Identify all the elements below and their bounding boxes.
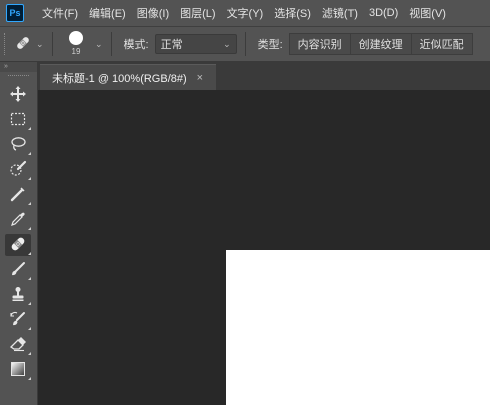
history-brush-icon <box>9 310 27 331</box>
tools-panel-grip[interactable] <box>8 75 29 81</box>
menu-layer[interactable]: 图层(L) <box>180 5 215 21</box>
menu-file[interactable]: 文件(F) <box>42 5 78 21</box>
gradient-icon <box>9 360 27 381</box>
tool-flyout-indicator <box>28 127 31 130</box>
tool-flyout-indicator <box>28 302 31 305</box>
menu-edit[interactable]: 编辑(E) <box>89 5 126 21</box>
chevron-down-icon[interactable]: ⌄ <box>95 39 103 50</box>
options-bar-grip[interactable] <box>4 33 8 55</box>
brush-icon <box>9 260 27 281</box>
divider <box>110 32 112 56</box>
type-label: 类型: <box>257 39 283 51</box>
tool-preset-picker[interactable]: ⌄ <box>14 31 44 57</box>
menu-bar: Ps 文件(F) 编辑(E) 图像(I) 图层(L) 文字(Y) 选择(S) 滤… <box>0 0 490 26</box>
marquee-icon <box>9 110 27 131</box>
canvas-workspace[interactable] <box>38 90 490 405</box>
divider <box>244 32 246 56</box>
menu-type[interactable]: 文字(Y) <box>227 5 264 21</box>
options-bar: ⌄ 19 ⌄ 模式: 正常 ⌄ 类型: 内容识别 创建纹理 近似匹配 <box>0 26 490 62</box>
lasso-icon <box>9 135 27 156</box>
tool-flyout-indicator <box>28 152 31 155</box>
chevron-down-icon: ⌄ <box>223 38 231 49</box>
type-create-texture-button[interactable]: 创建纹理 <box>350 33 412 55</box>
menu-3d[interactable]: 3D(D) <box>369 7 398 19</box>
brush-tool[interactable] <box>5 259 31 281</box>
brush-tip-icon <box>69 31 83 45</box>
document-canvas[interactable] <box>226 250 490 405</box>
move-tool[interactable] <box>5 84 31 106</box>
menu-view[interactable]: 视图(V) <box>409 5 446 21</box>
tool-flyout-indicator <box>28 352 31 355</box>
eyedropper-tool[interactable] <box>5 209 31 231</box>
crop-tool[interactable] <box>5 184 31 206</box>
tool-flyout-indicator <box>28 377 31 380</box>
clone-stamp-tool[interactable] <box>5 284 31 306</box>
type-proximity-match-button[interactable]: 近似匹配 <box>411 33 473 55</box>
photoshop-logo[interactable]: Ps <box>6 4 24 22</box>
crop-icon <box>9 185 27 206</box>
move-icon <box>9 85 27 106</box>
divider <box>52 32 53 56</box>
tools-collapse-button[interactable]: » <box>0 62 37 72</box>
document-tab[interactable]: 未标题-1 @ 100%(RGB/8#) × <box>40 64 216 90</box>
type-content-aware-button[interactable]: 内容识别 <box>288 33 351 55</box>
tool-flyout-indicator <box>28 327 31 330</box>
spot-healing-brush-tool[interactable] <box>5 234 31 256</box>
gradient-tool[interactable] <box>5 359 31 381</box>
menu-select[interactable]: 选择(S) <box>274 5 311 21</box>
bandage-icon <box>9 235 27 256</box>
menu-filter[interactable]: 滤镜(T) <box>322 5 358 21</box>
document-tab-bar: 未标题-1 @ 100%(RGB/8#) × <box>38 62 490 90</box>
bandage-icon <box>14 34 32 55</box>
eraser-tool[interactable] <box>5 334 31 356</box>
tool-flyout-indicator <box>28 202 31 205</box>
marquee-tool[interactable] <box>5 109 31 131</box>
mode-value: 正常 <box>160 39 183 51</box>
eraser-icon <box>9 335 27 356</box>
mode-label: 模式: <box>123 39 149 51</box>
close-icon[interactable]: × <box>197 72 203 84</box>
tool-flyout-indicator <box>28 252 31 255</box>
lasso-tool[interactable] <box>5 134 31 156</box>
document-tab-title: 未标题-1 @ 100%(RGB/8#) <box>52 72 187 85</box>
mode-select[interactable]: 正常 ⌄ <box>154 34 237 54</box>
history-brush-tool[interactable] <box>5 309 31 331</box>
brush-picker[interactable]: 19 <box>61 28 91 60</box>
type-button-group: 内容识别 创建纹理 近似匹配 <box>288 33 473 55</box>
eyedropper-icon <box>9 210 27 231</box>
quick-selection-icon <box>9 160 27 181</box>
tool-flyout-indicator <box>28 227 31 230</box>
tool-flyout-indicator <box>28 177 31 180</box>
menu-image[interactable]: 图像(I) <box>137 5 169 21</box>
brush-size-value: 19 <box>71 47 81 56</box>
chevron-down-icon: ⌄ <box>36 38 44 49</box>
stamp-icon <box>9 285 27 306</box>
tools-panel: » <box>0 62 38 405</box>
quick-selection-tool[interactable] <box>5 159 31 181</box>
tool-flyout-indicator <box>28 277 31 280</box>
